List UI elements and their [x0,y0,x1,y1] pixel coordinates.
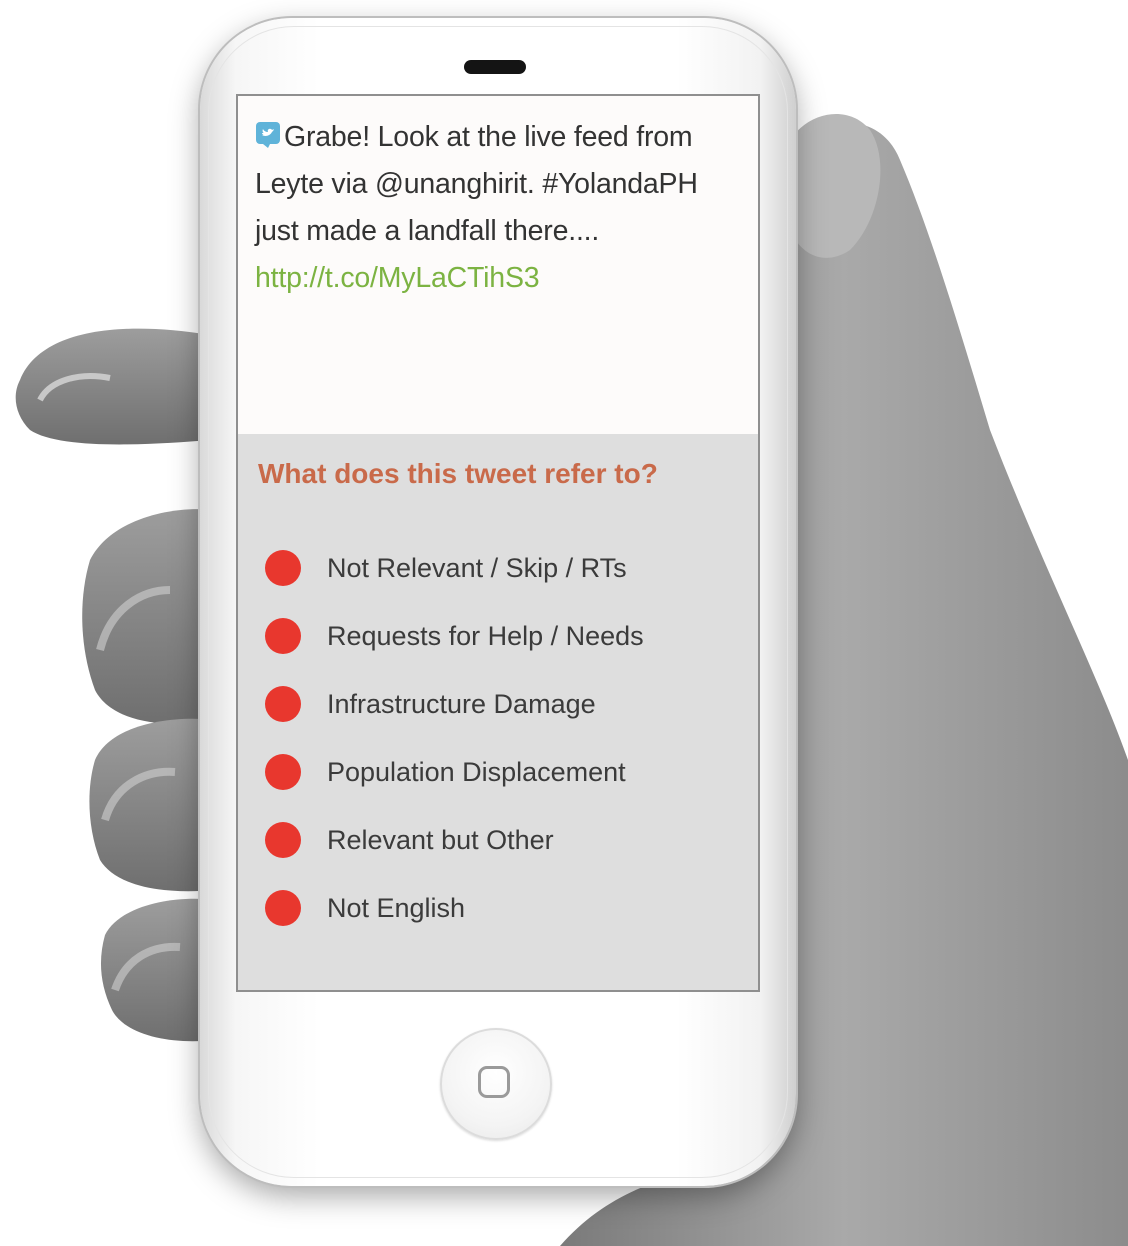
option-label[interactable]: Infrastructure Damage [327,689,596,720]
earpiece-speaker [464,60,526,74]
smartphone: Grabe! Look at the live feed from Leyte … [200,18,796,1186]
option-label[interactable]: Relevant but Other [327,825,554,856]
radio-dot-icon[interactable] [265,550,301,586]
option-infrastructure-damage[interactable]: Infrastructure Damage [265,670,644,738]
radio-dot-icon[interactable] [265,822,301,858]
tweet-text-block: Grabe! Look at the live feed from Leyte … [255,114,745,302]
option-label[interactable]: Population Displacement [327,757,626,788]
home-square-icon [478,1066,510,1098]
question-title: What does this tweet refer to? [258,458,658,489]
option-population-displacement[interactable]: Population Displacement [265,738,644,806]
option-label[interactable]: Requests for Help / Needs [327,621,644,652]
tweet-body: Grabe! Look at the live feed from Leyte … [255,121,698,247]
phone-screen: Grabe! Look at the live feed from Leyte … [236,94,760,992]
photo-stage: Grabe! Look at the live feed from Leyte … [0,0,1128,1246]
twitter-bird-icon [255,117,281,148]
option-not-english[interactable]: Not English [265,874,644,942]
answer-options-list: Not Relevant / Skip / RTs Requests for H… [265,534,644,942]
radio-dot-icon[interactable] [265,618,301,654]
home-button[interactable] [440,1028,552,1140]
radio-dot-icon[interactable] [265,890,301,926]
radio-dot-icon[interactable] [265,754,301,790]
option-label[interactable]: Not Relevant / Skip / RTs [327,553,627,584]
radio-dot-icon[interactable] [265,686,301,722]
option-label[interactable]: Not English [327,893,465,924]
option-not-relevant[interactable]: Not Relevant / Skip / RTs [265,534,644,602]
tweet-link[interactable]: http://t.co/MyLaCTihS3 [255,262,540,294]
option-relevant-but-other[interactable]: Relevant but Other [265,806,644,874]
classification-panel: What does this tweet refer to? Not Relev… [238,434,758,990]
option-requests-for-help[interactable]: Requests for Help / Needs [265,602,644,670]
tweet-card: Grabe! Look at the live feed from Leyte … [238,96,758,434]
